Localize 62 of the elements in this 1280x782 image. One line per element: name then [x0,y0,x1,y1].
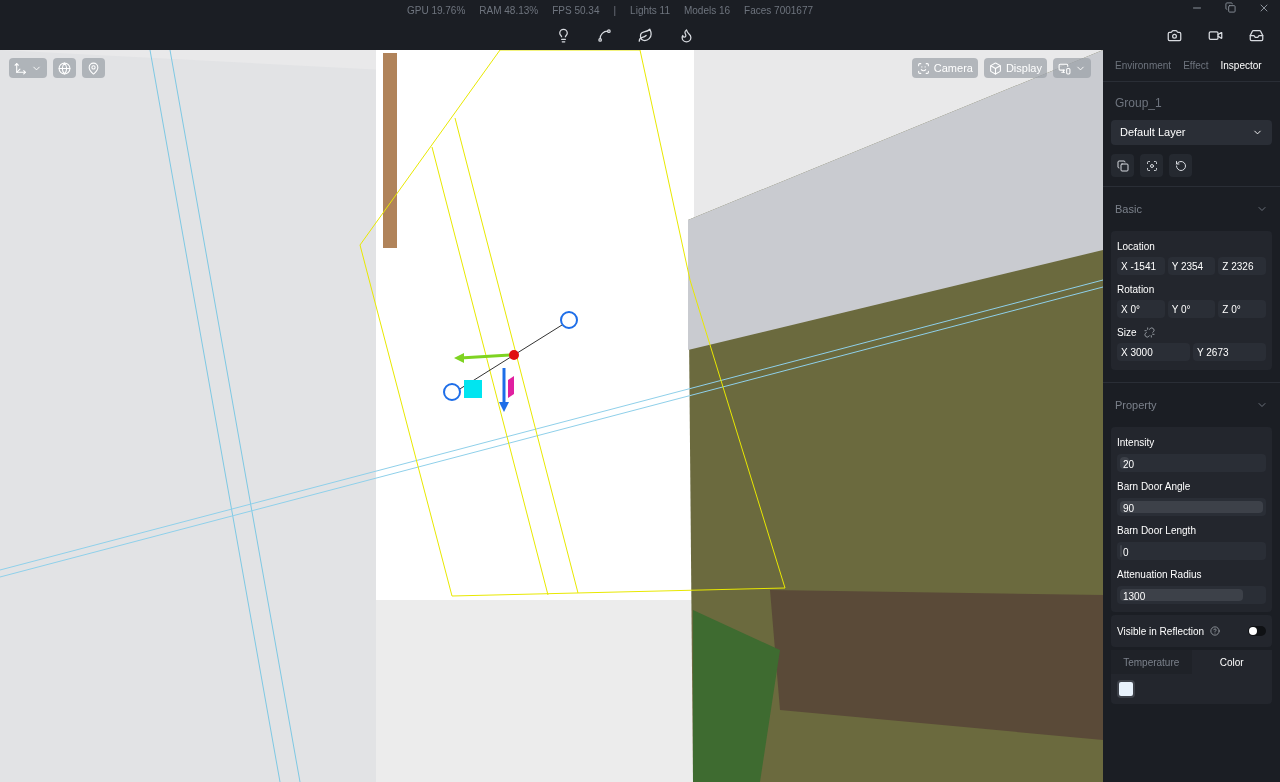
leaf-icon[interactable] [638,27,653,43]
lightbulb-icon[interactable] [556,27,571,43]
restore-icon[interactable] [1225,2,1236,13]
copy-icon [1116,159,1129,172]
slider-track[interactable] [1117,542,1266,560]
number-field[interactable]: Y 2673 [1193,343,1266,361]
slider-value: 20 [1123,458,1135,472]
pin-icon [87,61,100,75]
toggle-switch[interactable] [1248,626,1266,636]
number-field[interactable]: X 3000 [1117,343,1190,361]
section-title: Basic [1115,201,1142,217]
cube-icon [988,61,1002,75]
field-label: Size [1117,325,1137,340]
color-swatch[interactable] [1117,680,1135,698]
panel-tab[interactable]: Environment [1115,58,1172,73]
stat-text: FPS 50.34 [552,3,600,18]
field-label: Location [1117,239,1155,254]
action-button[interactable] [1169,154,1192,177]
slider-track[interactable] [1117,454,1266,472]
help-icon[interactable] [1210,626,1221,636]
panel-tab[interactable]: Effect [1183,58,1209,73]
slider-value: 90 [1123,502,1135,516]
focus-icon [1145,159,1158,172]
reset-icon [1174,159,1187,172]
connector-icon[interactable] [597,27,612,43]
field-label: Barn Door Angle [1117,479,1191,494]
unlink-icon[interactable] [1144,326,1156,338]
field-label: Attenuation Radius [1117,567,1202,582]
slider-track[interactable] [1117,586,1266,604]
action-button[interactable] [1140,154,1163,177]
color-tab[interactable]: Temperature [1111,650,1192,674]
slider-value: 1300 [1123,590,1146,604]
number-field[interactable]: Z 0° [1218,300,1266,318]
axes-icon [14,61,27,75]
field-label: Rotation [1117,282,1155,297]
close-icon[interactable] [1258,2,1270,14]
view-icon [1058,61,1071,75]
layer-select[interactable]: Default Layer [1111,120,1272,145]
field-label: Intensity [1117,435,1155,450]
camera-icon[interactable] [1167,28,1182,43]
object-name: Group_1 [1115,96,1162,110]
toggle-label: Visible in Reflection [1117,624,1205,639]
number-field[interactable]: Y 2354 [1167,257,1216,275]
panel-tab[interactable]: Inspector [1220,58,1262,73]
flame-icon[interactable] [679,27,694,43]
stat-text: | [613,3,617,18]
stat-text: Faces 7001677 [744,3,814,18]
number-field[interactable]: X 0° [1117,300,1165,318]
stat-text: Models 16 [683,3,731,18]
globe-icon [58,61,71,75]
number-field[interactable]: Y 0° [1167,300,1216,318]
number-field[interactable]: X -1541 [1117,257,1165,275]
stat-text: RAM 48.13% [479,3,539,18]
section-title: Property [1115,397,1157,413]
video-icon[interactable] [1208,28,1223,43]
stat-text: GPU 19.76% [406,3,466,18]
number-field[interactable]: Z 2326 [1218,257,1266,275]
field-label: Barn Door Length [1117,523,1196,538]
action-button[interactable] [1111,154,1134,177]
slider-value: 0 [1123,546,1129,560]
stat-text: Lights 11 [630,3,670,18]
tray-icon[interactable] [1249,28,1264,43]
